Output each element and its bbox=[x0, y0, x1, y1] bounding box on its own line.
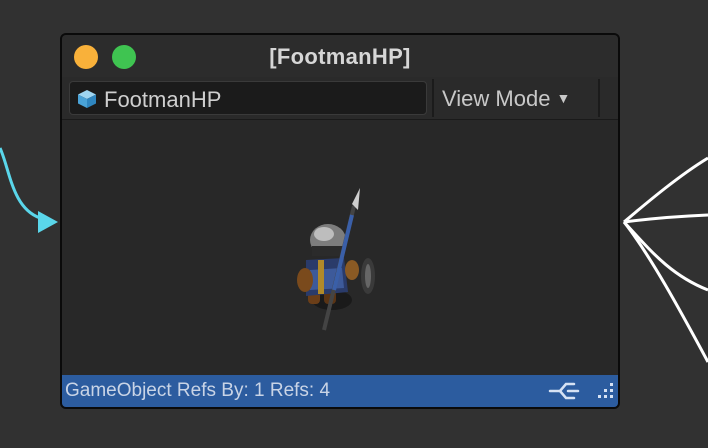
chevron-down-icon: ▼ bbox=[556, 90, 571, 106]
view-mode-dropdown[interactable]: View Mode ▼ bbox=[436, 79, 596, 117]
status-bar: GameObject Refs By: 1 Refs: 4 bbox=[62, 375, 618, 407]
preview-area[interactable] bbox=[62, 120, 618, 377]
output-wires bbox=[622, 156, 708, 363]
input-wire bbox=[0, 147, 41, 220]
object-field[interactable]: FootmanHP bbox=[69, 81, 427, 115]
object-field-value: FootmanHP bbox=[104, 87, 222, 112]
view-mode-label: View Mode bbox=[442, 86, 551, 111]
resize-grip-icon[interactable] bbox=[592, 381, 616, 403]
footman-model bbox=[297, 188, 375, 331]
input-port-arrow[interactable] bbox=[38, 211, 58, 233]
status-text: GameObject Refs By: 1 Refs: 4 bbox=[65, 380, 331, 401]
graph-expand-icon[interactable] bbox=[548, 379, 580, 403]
node-title-bar[interactable]: [FootmanHP] bbox=[62, 35, 618, 77]
graph-node[interactable]: [FootmanHP] FootmanHP View Mode ▼ GameOb… bbox=[60, 33, 620, 409]
cube-icon bbox=[78, 90, 96, 108]
toolbar-divider bbox=[432, 79, 434, 117]
node-title: [FootmanHP] bbox=[269, 44, 411, 69]
toolbar-divider bbox=[598, 79, 600, 117]
node-toolbar: FootmanHP View Mode ▼ bbox=[62, 77, 618, 120]
